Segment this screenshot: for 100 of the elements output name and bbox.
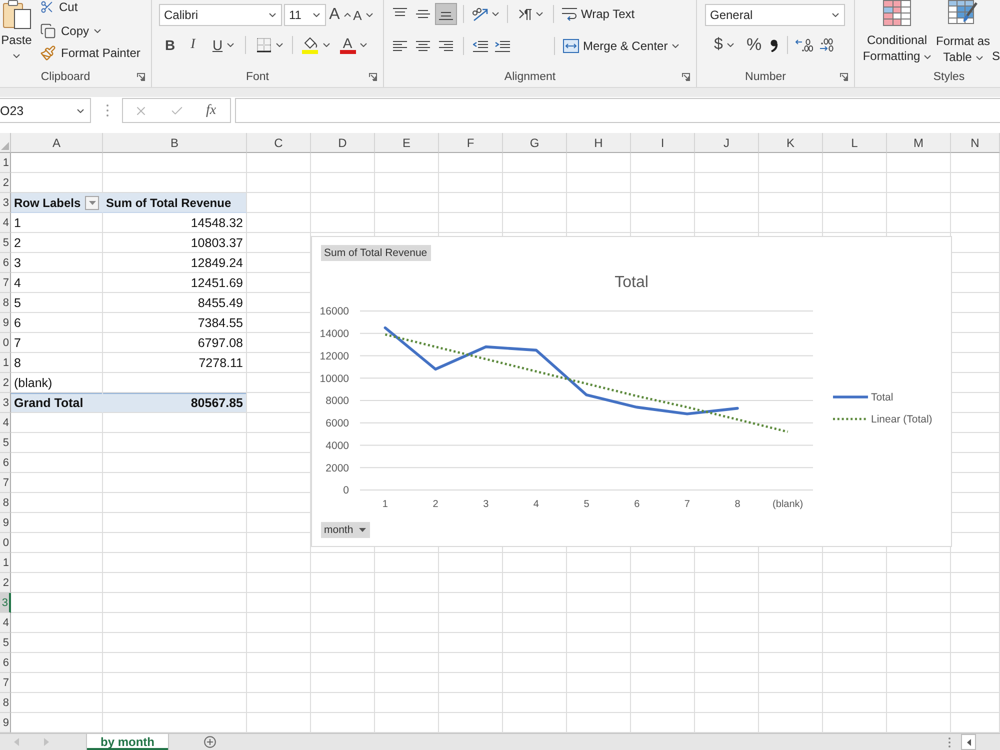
column-header[interactable]: L [823,133,887,153]
row-header[interactable]: 1 [0,553,11,573]
caret-icon [276,43,282,47]
comma-icon [768,38,778,52]
group-label: Styles [933,71,965,83]
row-header[interactable]: 7 [0,473,11,493]
row-header[interactable]: 1 [0,353,11,373]
axis-label: 16000 [320,306,349,318]
row-header[interactable]: 0 [0,333,11,353]
cut-button[interactable]: Cut [38,0,142,14]
row-header[interactable]: 5 [0,233,11,253]
format-as-table-button[interactable]: Format as Table [935,0,991,69]
column-header[interactable]: G [503,133,567,153]
filter-dropdown-button[interactable] [85,196,99,210]
axis-label: 5 [584,499,590,510]
currency-button[interactable]: $ [707,34,741,56]
row-header[interactable]: 7 [0,673,11,693]
sheet-tab[interactable]: by month [86,734,169,750]
row-header[interactable]: 3 [0,593,11,613]
field-button[interactable]: month [321,522,370,538]
column-header[interactable]: F [439,133,503,153]
field-button[interactable]: Sum of Total Revenue [321,245,432,261]
caret-icon [269,13,276,17]
row-header[interactable]: 6 [0,453,11,473]
corner-arrow-icon[interactable] [369,73,377,81]
column-header[interactable]: H [567,133,631,153]
scroll-left-button[interactable] [961,734,976,750]
column-header[interactable]: E [375,133,439,153]
row-header[interactable]: 0 [0,533,11,553]
scissors-icon [40,0,54,14]
row-header[interactable]: 2 [0,173,11,193]
conditional-formatting-button[interactable]: Conditional Formatting [860,0,934,69]
corner-triangle-icon [1,142,9,150]
group-label: Number [745,71,786,83]
insert-function-button[interactable]: fx [206,104,216,118]
new-sheet-button[interactable] [204,734,216,750]
font-color-button[interactable]: A [335,34,371,56]
row-header[interactable]: 5 [0,433,11,453]
row-header[interactable]: 4 [0,613,11,633]
row-header[interactable]: 8 [0,293,11,313]
vertical-align-icon [416,10,430,18]
axis-label: 14000 [320,328,349,340]
row-header[interactable]: 2 [0,373,11,393]
row-header[interactable]: 3 [0,193,11,213]
row-header[interactable]: 4 [0,213,11,233]
row-header[interactable]: 9 [0,313,11,333]
grow-font-button[interactable]: A [329,4,351,26]
paste-button[interactable]: Paste [0,0,33,69]
merge-center-button[interactable]: Merge & Center [560,35,682,57]
row-header[interactable]: 8 [0,693,11,713]
row-header[interactable]: 3 [0,393,11,413]
font-name-dropdown[interactable]: Calibri [159,4,282,26]
caret-icon [77,108,84,112]
row-header[interactable]: 2 [0,573,11,593]
column-header[interactable]: J [695,133,759,153]
corner-arrow-icon[interactable] [137,73,145,81]
caret-icon [366,13,373,17]
column-header[interactable]: I [631,133,695,153]
row-header[interactable]: 8 [0,493,11,513]
corner-arrow-icon[interactable] [682,73,690,81]
ribbon-button[interactable]: S [992,48,1000,64]
paragraph-icon [518,8,532,20]
corner-arrow-icon[interactable] [840,73,848,81]
column-header[interactable]: C [247,133,311,153]
row-header[interactable]: 9 [0,713,11,733]
header-label: Row Labels [14,196,81,210]
wrap-text-button[interactable]: Wrap Text [559,3,638,25]
column-header[interactable]: M [887,133,951,153]
row-header[interactable]: 5 [0,633,11,653]
vertical-align-icon [393,8,407,16]
font-size-dropdown[interactable]: 11 [284,4,326,26]
column-header[interactable]: K [759,133,823,153]
bold-button[interactable]: B [160,34,180,56]
row-header[interactable]: 6 [0,253,11,273]
percent-button[interactable]: % [743,34,765,56]
axis-label: 12000 [320,350,349,362]
number-format-dropdown[interactable]: General [705,4,845,26]
caret-icon [924,54,932,59]
row-header[interactable]: 9 [0,513,11,533]
total-cell: 80567.85 [103,393,247,413]
row-header[interactable]: 6 [0,653,11,673]
indent-icon [494,40,510,52]
column-header[interactable]: N [951,133,1000,153]
vertical-align-button[interactable] [435,3,457,25]
italic-button[interactable]: I [183,34,203,56]
column-header[interactable]: D [311,133,375,153]
format-painter-button[interactable]: Format Painter [38,42,142,64]
shrink-font-button[interactable]: A [353,4,373,26]
column-header[interactable]: B [103,133,247,153]
axis-label: 1 [382,499,388,510]
copy-button[interactable]: Copy [38,20,142,42]
name-box[interactable]: O23 [0,98,91,123]
text-align-icon [439,41,453,51]
row-header[interactable]: 1 [0,153,11,173]
formula-input[interactable] [235,98,1000,123]
underline-button[interactable]: U [206,34,240,56]
row-header[interactable]: 4 [0,413,11,433]
row-header[interactable]: 7 [0,273,11,293]
outdent-icon [472,40,488,52]
column-header[interactable]: A [11,133,103,153]
